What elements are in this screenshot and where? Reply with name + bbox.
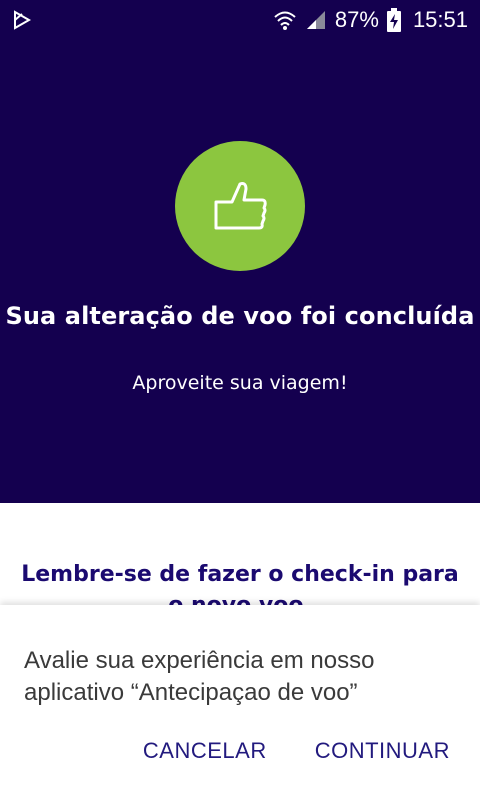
thumbs-up-icon <box>214 182 267 230</box>
checkin-reminder: Lembre-se de fazer o check-in para o nov… <box>0 503 480 618</box>
clock: 15:51 <box>412 7 468 32</box>
success-title: Sua alteração de voo foi concluída <box>5 302 475 330</box>
status-icons: 87% 15:51 <box>273 6 468 34</box>
success-panel: Sua alteração de voo foi concluída Aprov… <box>0 40 480 503</box>
continue-button[interactable]: CONTINUAR <box>315 738 450 764</box>
battery-charging-icon <box>386 8 401 32</box>
signal-icon <box>306 11 325 29</box>
success-badge <box>175 141 305 271</box>
dialog-message: Avalie sua experiência em nosso aplicati… <box>24 647 375 706</box>
play-store-icon <box>14 10 32 30</box>
success-subtitle: Aproveite sua viagem! <box>132 372 348 394</box>
wifi-icon <box>274 11 296 30</box>
rating-dialog: Avalie sua experiência em nosso aplicati… <box>0 605 480 800</box>
battery-percent: 87% <box>334 7 379 32</box>
dialog-actions: CANCELAR CONTINUAR <box>143 738 450 764</box>
cancel-button[interactable]: CANCELAR <box>143 738 267 764</box>
status-bar: 87% 15:51 <box>0 0 480 40</box>
